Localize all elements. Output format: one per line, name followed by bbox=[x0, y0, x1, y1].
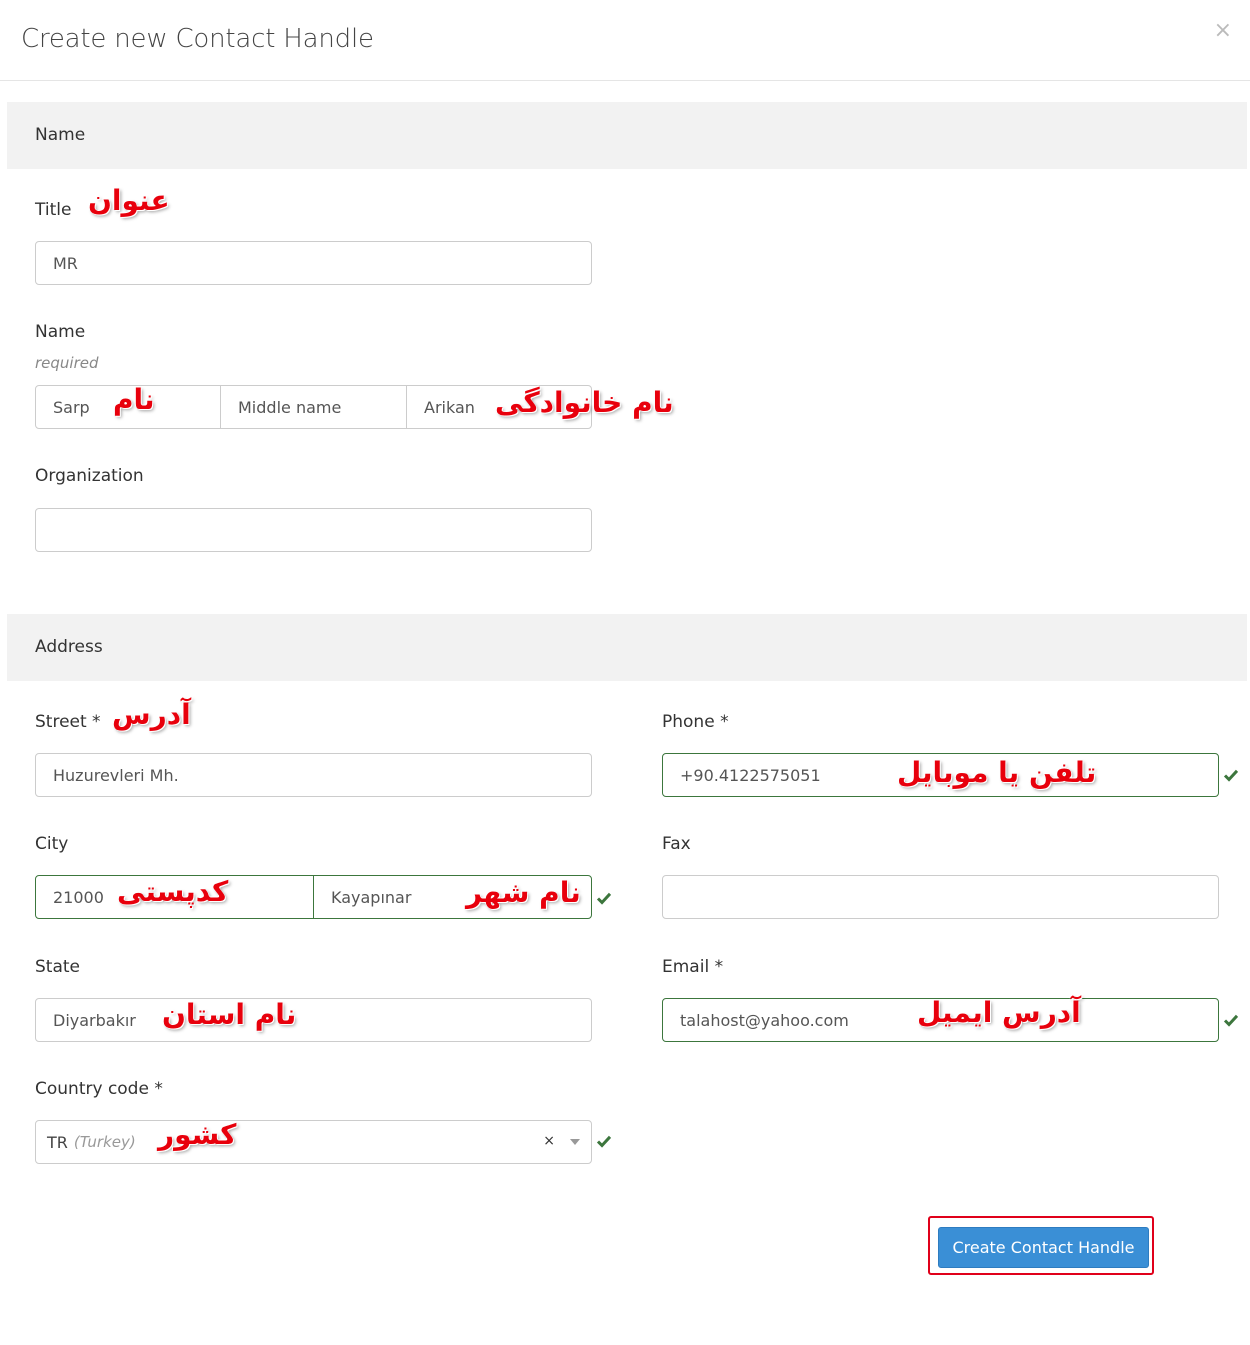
title-annotation: عنوان bbox=[88, 184, 170, 217]
city-valid-check-icon bbox=[596, 890, 612, 906]
first-name-value: Sarp bbox=[53, 397, 90, 417]
phone-annotation: تلفن یا موبایل bbox=[897, 756, 1097, 789]
name-help: required bbox=[35, 354, 99, 372]
phone-value: +90.4122575051 bbox=[680, 765, 821, 785]
modal-header: Create new Contact Handle × bbox=[0, 0, 1250, 81]
last-name-annotation: نام خانوادگی bbox=[495, 386, 674, 419]
section-address: Address bbox=[7, 614, 1247, 681]
state-annotation: نام استان bbox=[162, 998, 297, 1031]
street-value: Huzurevleri Mh. bbox=[53, 765, 179, 785]
state-input[interactable]: Diyarbakır bbox=[35, 998, 592, 1042]
modal-title: Create new Contact Handle bbox=[21, 24, 374, 54]
email-label: Email * bbox=[662, 957, 724, 977]
section-name-heading: Name bbox=[35, 125, 86, 145]
close-icon[interactable]: × bbox=[1214, 20, 1232, 42]
middle-name-placeholder: Middle name bbox=[238, 397, 342, 417]
email-value: talahost@yahoo.com bbox=[680, 1010, 849, 1030]
create-contact-handle-button[interactable]: Create Contact Handle bbox=[938, 1227, 1149, 1268]
country-annotation: کشور bbox=[158, 1118, 237, 1151]
email-annotation: آدرس ایمیل bbox=[917, 996, 1081, 1029]
state-value: Diyarbakır bbox=[53, 1010, 136, 1030]
section-address-heading: Address bbox=[35, 637, 103, 657]
country-code-value: TR bbox=[47, 1132, 68, 1152]
city-annotation: نام شهر bbox=[466, 876, 581, 909]
section-name: Name bbox=[7, 102, 1247, 169]
title-input[interactable]: MR bbox=[35, 241, 592, 285]
organization-input[interactable] bbox=[35, 508, 592, 552]
country-code-select[interactable]: TR (Turkey) × bbox=[35, 1120, 592, 1164]
organization-label: Organization bbox=[35, 466, 144, 486]
postal-code-annotation: کدپستی bbox=[117, 875, 229, 908]
first-name-annotation: نام bbox=[113, 383, 155, 416]
state-label: State bbox=[35, 957, 80, 977]
name-label: Name bbox=[35, 322, 86, 342]
email-valid-check-icon bbox=[1223, 1012, 1239, 1028]
phone-label: Phone * bbox=[662, 712, 729, 732]
clear-selection-icon[interactable]: × bbox=[543, 1133, 555, 1149]
fax-label: Fax bbox=[662, 834, 691, 854]
title-label: Title bbox=[35, 200, 72, 220]
country-code-label: Country code * bbox=[35, 1079, 163, 1099]
country-name: (Turkey) bbox=[73, 1133, 136, 1151]
postal-code-value: 21000 bbox=[53, 887, 104, 907]
chevron-down-icon[interactable] bbox=[570, 1139, 580, 1145]
street-annotation: آدرس bbox=[112, 698, 191, 731]
title-input-value: MR bbox=[53, 253, 78, 273]
street-label: Street * bbox=[35, 712, 101, 732]
street-input[interactable]: Huzurevleri Mh. bbox=[35, 753, 592, 797]
city-value: Kayapınar bbox=[331, 887, 412, 907]
city-label: City bbox=[35, 834, 69, 854]
last-name-value: Arikan bbox=[424, 397, 475, 417]
phone-valid-check-icon bbox=[1223, 767, 1239, 783]
country-valid-check-icon bbox=[596, 1133, 612, 1149]
middle-name-input[interactable]: Middle name bbox=[220, 385, 407, 429]
fax-input[interactable] bbox=[662, 875, 1219, 919]
